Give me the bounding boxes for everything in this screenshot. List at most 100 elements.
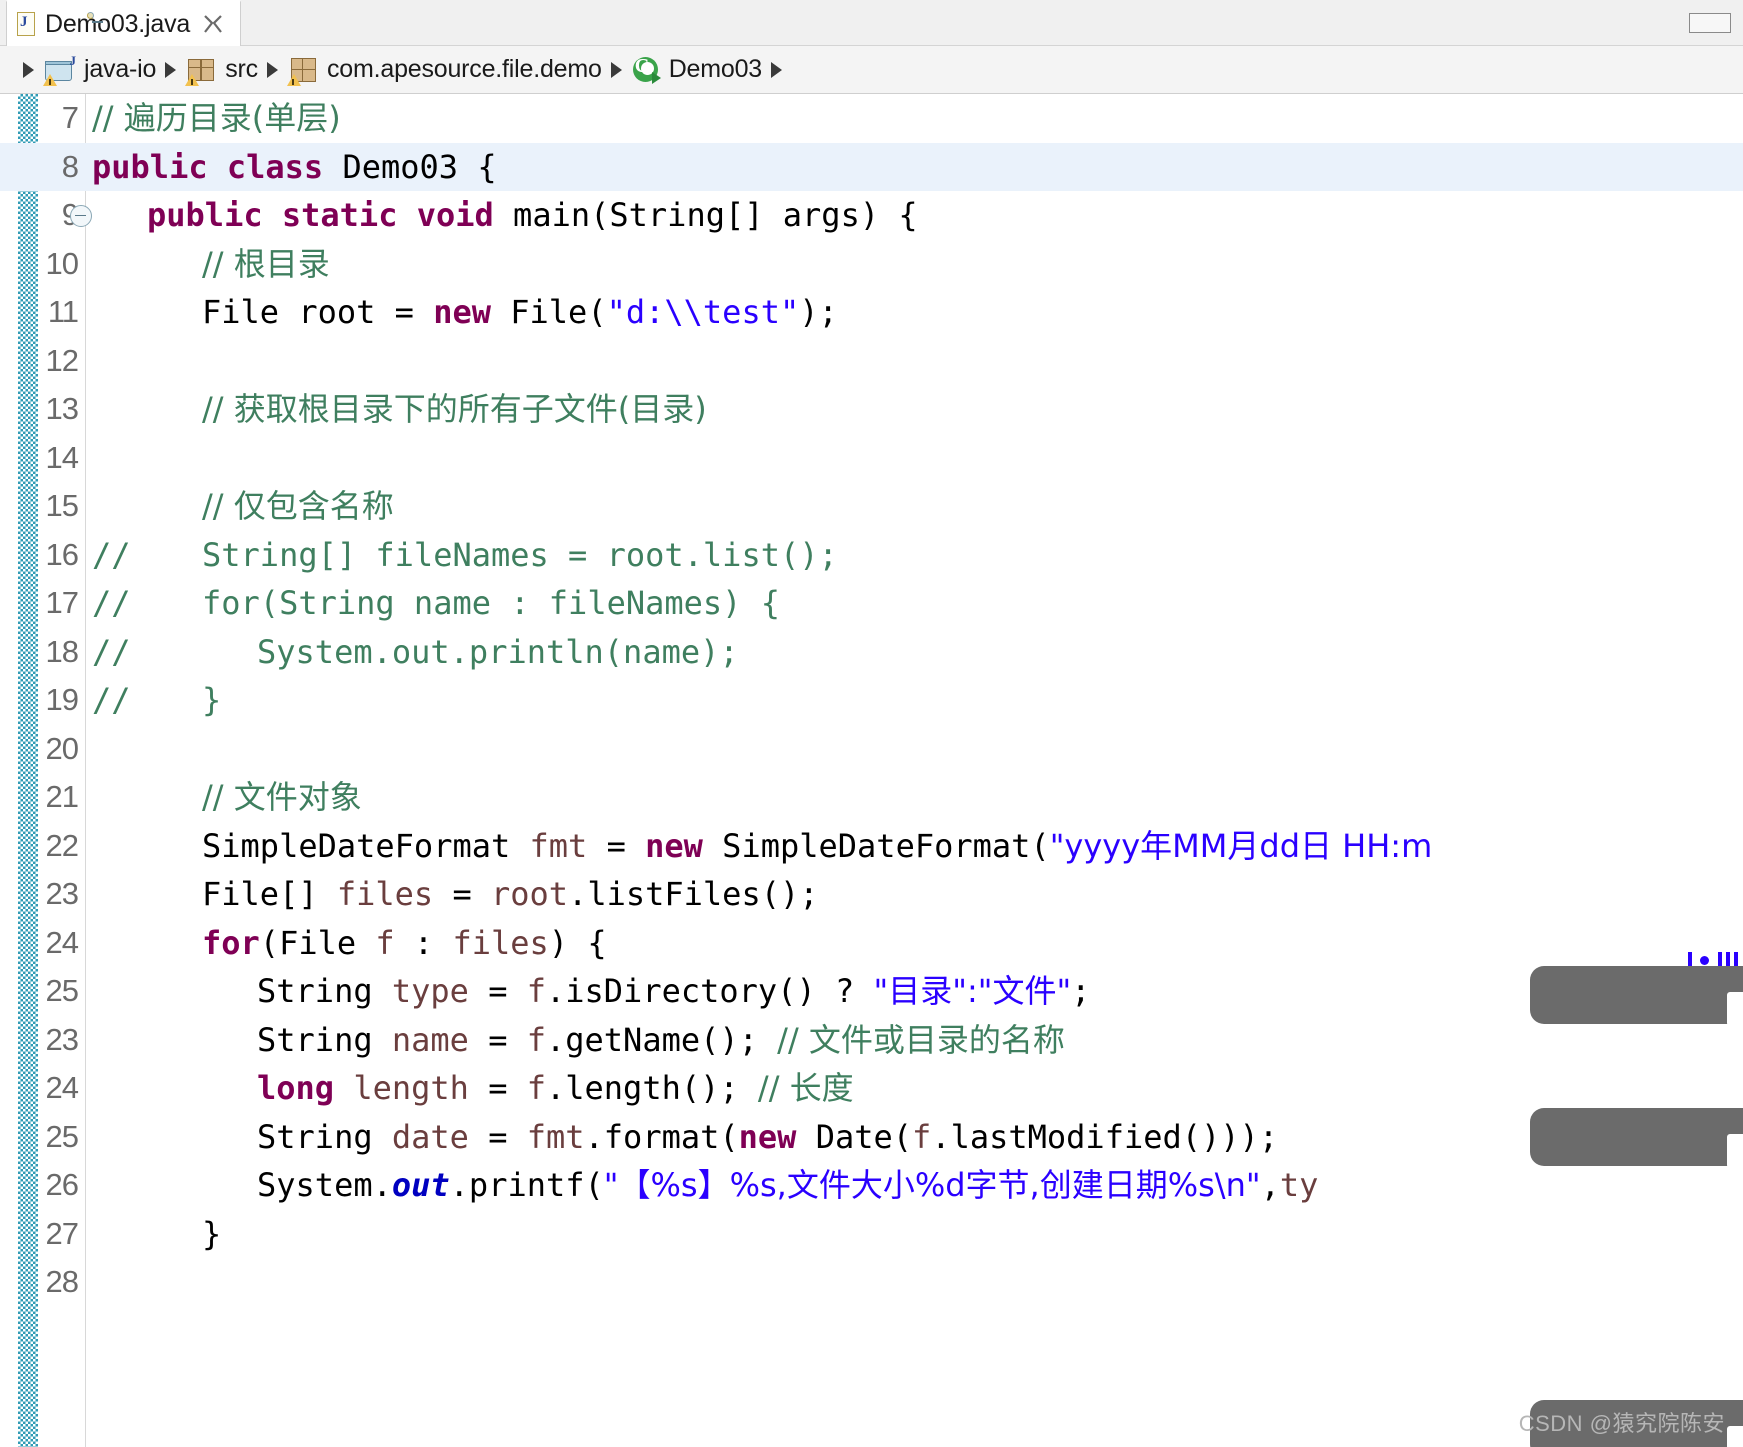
fold-collapse-icon[interactable] [70,205,92,227]
token-kw: new [738,1117,797,1156]
code-line[interactable]: 23 String name = f.getName(); // 文件或目录的名称 [0,1016,1743,1065]
line-number: 23 [45,876,79,911]
code-text: System.out.println(name); [257,628,739,677]
breadcrumb-label-src: src [225,55,258,83]
token-var: fmt [526,1117,585,1156]
code-line[interactable]: 25 String type = f.isDirectory() ? "目录":"… [0,967,1743,1016]
token-cm: System.out.println(name); [257,632,739,671]
line-number: 10 [45,245,79,281]
code-line[interactable]: 10 // 根目录 [0,240,1743,289]
code-line[interactable]: 13 // 获取根目录下的所有子文件(目录) [0,385,1743,434]
token-kw: long [257,1069,335,1107]
code-line[interactable]: 24 for(File f : files) { [0,919,1743,968]
code-text: } [202,1210,221,1259]
line-number: 24 [45,924,79,960]
code-text: for(String name : fileNames) { [202,579,780,628]
close-icon[interactable] [202,13,224,35]
chevron-right-icon-0 [23,61,34,78]
breadcrumb-item-project[interactable]: J java-io [43,53,156,86]
code-line[interactable]: 22 SimpleDateFormat fmt = new SimpleDateF… [0,822,1743,871]
token-pl: Date( [796,1117,913,1156]
line-number: 27 [45,1215,79,1251]
breadcrumb-item-src[interactable]: src [185,55,258,86]
code-line[interactable]: 16 // String[] fileNames = root.list(); [0,531,1743,580]
token-kw: new [645,826,703,865]
code-line[interactable]: 12 [0,337,1743,386]
token-pl: = [468,1069,527,1107]
code-text: File root = new File("d:\\test"); [202,288,838,337]
code-line[interactable]: 23 File[] files = root.listFiles(); [0,870,1743,919]
tab-demo03-java[interactable]: J Demo03.java [6,0,241,46]
token-pl: String [257,972,392,1010]
tab-overflow-box[interactable] [1689,13,1731,33]
token-cm: // 获取根目录下的所有子文件(目录) [202,390,707,428]
code-text: } [202,676,221,725]
token-pl: .lastModified())); [931,1117,1279,1156]
java-project-icon: J [43,53,77,86]
overlay-panel [1530,1108,1743,1168]
code-lines[interactable]: 7 // 遍历目录(单层) 8 public class Demo03 { 9 publi… [0,94,1743,1447]
token-cm: for(String name : fileNames) { [202,584,780,622]
code-line[interactable]: 19 //} [0,676,1743,725]
token-var: f [375,923,395,962]
code-line[interactable]: 18 // System.out.println(name); [0,628,1743,677]
code-text: String type = f.isDirectory() ? "目录":"文件… [257,967,1090,1016]
token-kw: public class [92,147,324,186]
token-st: "d:\\test" [606,293,800,331]
token-kw: for [202,923,260,962]
line-number: 12 [45,342,79,378]
code-text: // 遍历目录(单层) [92,94,341,143]
token-var: length [353,1069,469,1107]
overlay-panel-notch [1727,1134,1743,1168]
source-folder-icon [185,55,218,86]
token-pl: System. [257,1166,392,1204]
token-var: ty [1279,1166,1319,1204]
code-line[interactable]: 11 File root = new File("d:\\test"); [0,288,1743,337]
line-number: 28 [45,1264,79,1299]
token-pl: Demo03 { [323,147,497,186]
code-line[interactable]: 7 // 遍历目录(单层) [0,94,1743,143]
breadcrumb-label-package: com.apesource.file.demo [326,55,602,83]
line-number: 25 [45,1118,79,1154]
overview-ruler[interactable] [1683,94,1743,1447]
code-line[interactable]: 25 String date = fmt.format(new Date(f.la… [0,1113,1743,1162]
code-line[interactable]: 26 System.out.printf("【%s】%s,文件大小%d字节,创建日… [0,1161,1743,1210]
code-text: long length = f.length(); // 长度 [257,1064,854,1113]
line-number: 15 [45,488,79,523]
code-line[interactable]: 17 // for(String name : fileNames) { [0,579,1743,628]
line-number: 13 [45,391,79,426]
tab-label: Demo03.java [45,9,191,38]
code-line[interactable]: 24 long length = f.length(); // 长度 [0,1064,1743,1113]
token-pl: .printf( [449,1166,604,1204]
code-text: public static void main(String[] args) { [147,191,918,240]
code-line[interactable]: 28 [0,1258,1743,1307]
code-line[interactable]: 14 [0,434,1743,483]
code-line[interactable]: 8 public class Demo03 { [0,142,1743,191]
token-st: "目录":"文件" [873,972,1072,1010]
breadcrumb-item-package[interactable]: com.apesource.file.demo [286,55,602,86]
code-line[interactable]: 20 [0,725,1743,774]
code-line[interactable]: 9 public static void main(String[] args) … [0,191,1743,240]
line-number: 14 [45,439,79,475]
token-kw: public static void [147,196,494,234]
code-line[interactable]: 27} [0,1210,1743,1259]
token-pl: ) { [548,923,607,962]
line-number: 23 [45,1021,79,1057]
overlay-panel-notch [1727,992,1743,1026]
line-number: 8 [61,148,79,184]
watermark: CSDN @猿究院陈安 [1518,1411,1725,1436]
code-text: SimpleDateFormat fmt = new SimpleDateFor… [202,822,1432,871]
token-st: "【%s】%s,文件大小%d字节,创建日期%s\n" [603,1166,1261,1204]
overview-ruler-mark[interactable] [1700,956,1709,965]
token-pl: File( [490,293,607,331]
code-text: System.out.printf("【%s】%s,文件大小%d字节,创建日期%… [257,1161,1318,1210]
token-var: f [526,972,546,1010]
code-editor[interactable]: 7 // 遍历目录(单层) 8 public class Demo03 { 9 publi… [0,94,1743,1447]
breadcrumb-item-class[interactable]: C Demo03 [631,55,762,85]
line-number: 26 [45,1167,79,1202]
code-line[interactable]: 15 // 仅包含名称 [0,482,1743,531]
line-number: 9 [0,191,79,240]
token-pl: String [257,1020,392,1059]
code-line[interactable]: 21 // 文件对象 [0,773,1743,822]
